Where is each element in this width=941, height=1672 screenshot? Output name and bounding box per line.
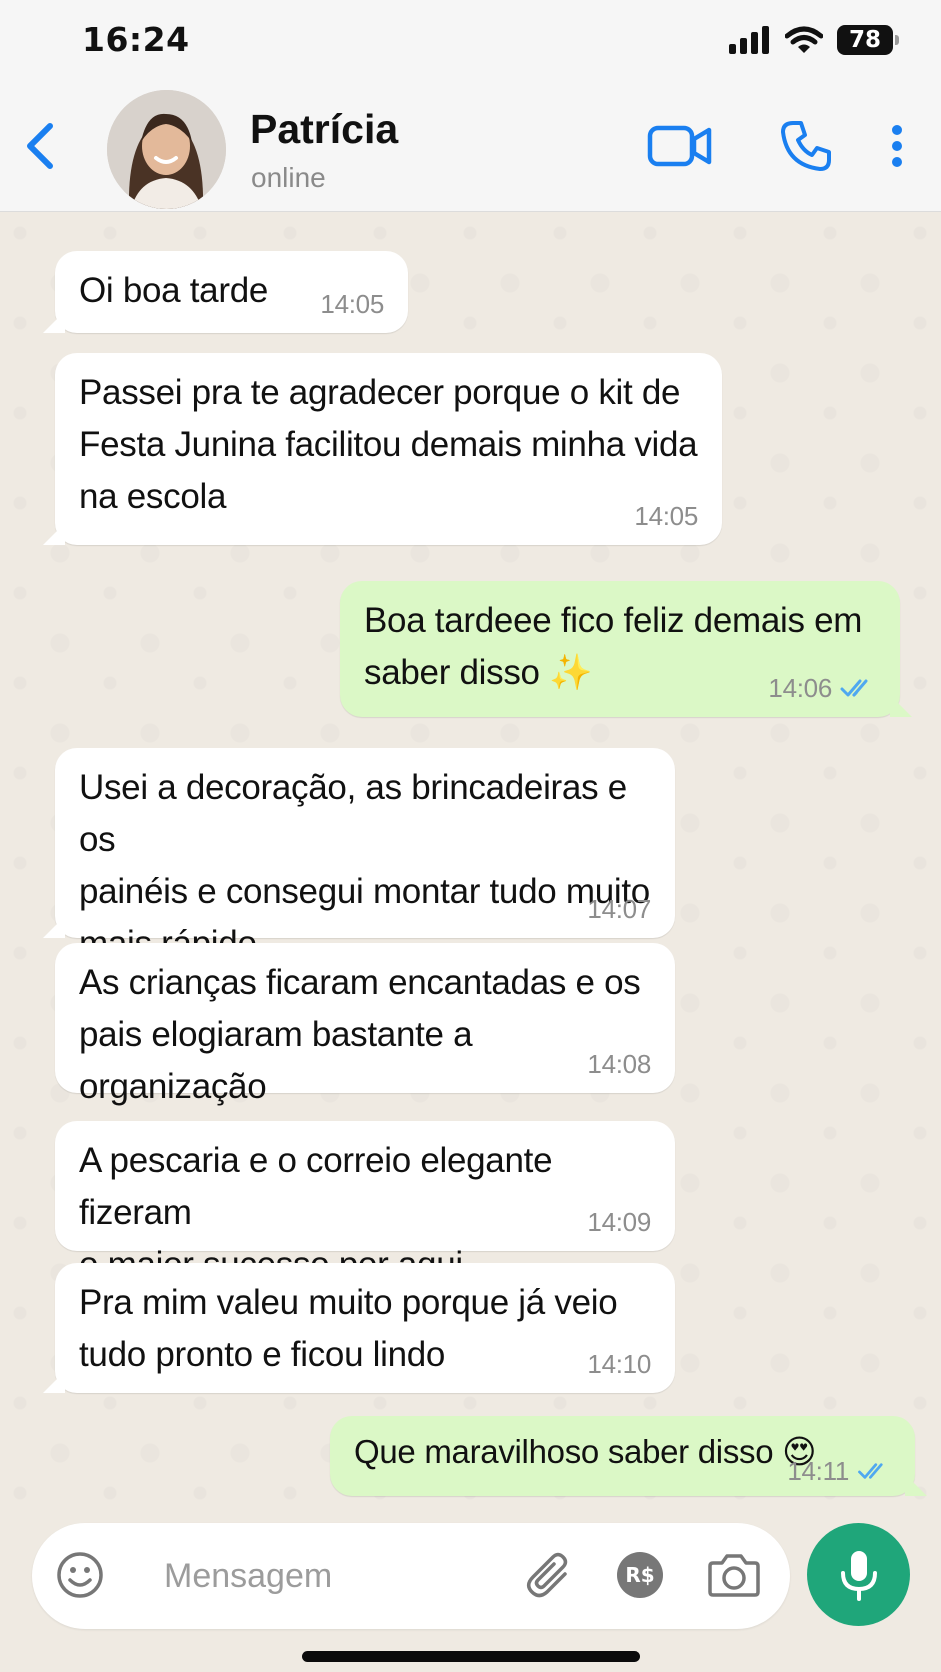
video-call-icon: [647, 125, 712, 167]
message-time: 14:10: [587, 1349, 651, 1379]
chat-messages[interactable]: Oi boa tarde 14:05 Passei pra te agradec…: [0, 213, 941, 1523]
message-time: 14:06: [768, 673, 832, 703]
voice-message-button[interactable]: [807, 1523, 910, 1626]
status-bar: 16:24 78: [0, 0, 941, 80]
message-time: 14:05: [634, 501, 698, 531]
double-check-icon: [858, 1463, 883, 1479]
wifi-icon: [785, 26, 823, 53]
contact-status: online: [251, 162, 326, 193]
phone-icon: [781, 121, 831, 171]
mic-icon: [840, 1550, 877, 1601]
message-bubble-incoming[interactable]: As crianças ficaram encantadas e os pais…: [55, 943, 675, 1106]
more-icon: [892, 125, 902, 167]
message-input-placeholder: Mensagem: [164, 1557, 333, 1595]
message-text: Oi boa tarde: [79, 271, 269, 310]
payment-icon: R$: [617, 1552, 663, 1598]
battery-indicator: 78: [837, 25, 899, 55]
message-bubble-outgoing[interactable]: Que maravilhoso saber disso 😍 14:11: [330, 1416, 927, 1496]
home-indicator[interactable]: [302, 1651, 640, 1662]
signal-icon: [729, 26, 769, 54]
voice-call-button[interactable]: [776, 114, 836, 178]
attach-icon: [527, 1552, 568, 1598]
avatar-photo: [107, 90, 226, 209]
avatar[interactable]: [107, 90, 226, 209]
message-input[interactable]: Mensagem R$: [32, 1523, 790, 1629]
back-button[interactable]: [18, 114, 62, 178]
attach-button[interactable]: [520, 1545, 580, 1605]
message-text: As crianças ficaram encantadas e os pais…: [79, 963, 641, 1106]
message-text: Que maravilhoso saber disso 😍: [354, 1433, 817, 1470]
double-check-icon: [840, 679, 868, 697]
chat-header: Patrícia online: [0, 80, 941, 212]
message-bubble-incoming[interactable]: Pra mim valeu muito porque já veio tudo …: [43, 1263, 675, 1393]
message-text: Usei a decoração, as brincadeiras e os p…: [79, 768, 650, 963]
message-time: 14:08: [587, 1049, 651, 1079]
video-call-button[interactable]: [646, 114, 714, 178]
status-icons: 78: [729, 22, 899, 58]
emoji-icon: [57, 1552, 103, 1598]
payment-icon-label: R$: [625, 1563, 655, 1587]
contact-name[interactable]: Patrícia: [250, 106, 398, 153]
camera-button[interactable]: [704, 1545, 764, 1605]
message-bubble-incoming[interactable]: A pescaria e o correio elegante fizeram …: [55, 1121, 675, 1284]
message-time: 14:09: [587, 1207, 651, 1237]
back-icon: [27, 123, 53, 169]
message-time: 14:07: [587, 894, 651, 924]
camera-icon: [708, 1554, 760, 1597]
composer-bar: Mensagem R$: [0, 1523, 941, 1672]
message-bubble-incoming[interactable]: Oi boa tarde 14:05: [43, 251, 408, 333]
message-text: Pra mim valeu muito porque já veio tudo …: [79, 1283, 618, 1374]
payment-button[interactable]: R$: [610, 1545, 670, 1605]
message-time: 14:11: [787, 1456, 849, 1486]
status-time: 16:24: [82, 20, 190, 59]
more-options-button[interactable]: [880, 114, 914, 178]
message-time: 14:05: [320, 289, 384, 319]
message-bubble-outgoing[interactable]: Boa tardeee fico feliz demais em saber d…: [340, 581, 912, 717]
message-text: Passei pra te agradecer porque o kit de …: [79, 373, 698, 516]
message-bubble-incoming[interactable]: Passei pra te agradecer porque o kit de …: [43, 353, 722, 545]
message-bubble-incoming[interactable]: Usei a decoração, as brincadeiras e os p…: [43, 748, 675, 963]
emoji-button[interactable]: [50, 1545, 110, 1605]
